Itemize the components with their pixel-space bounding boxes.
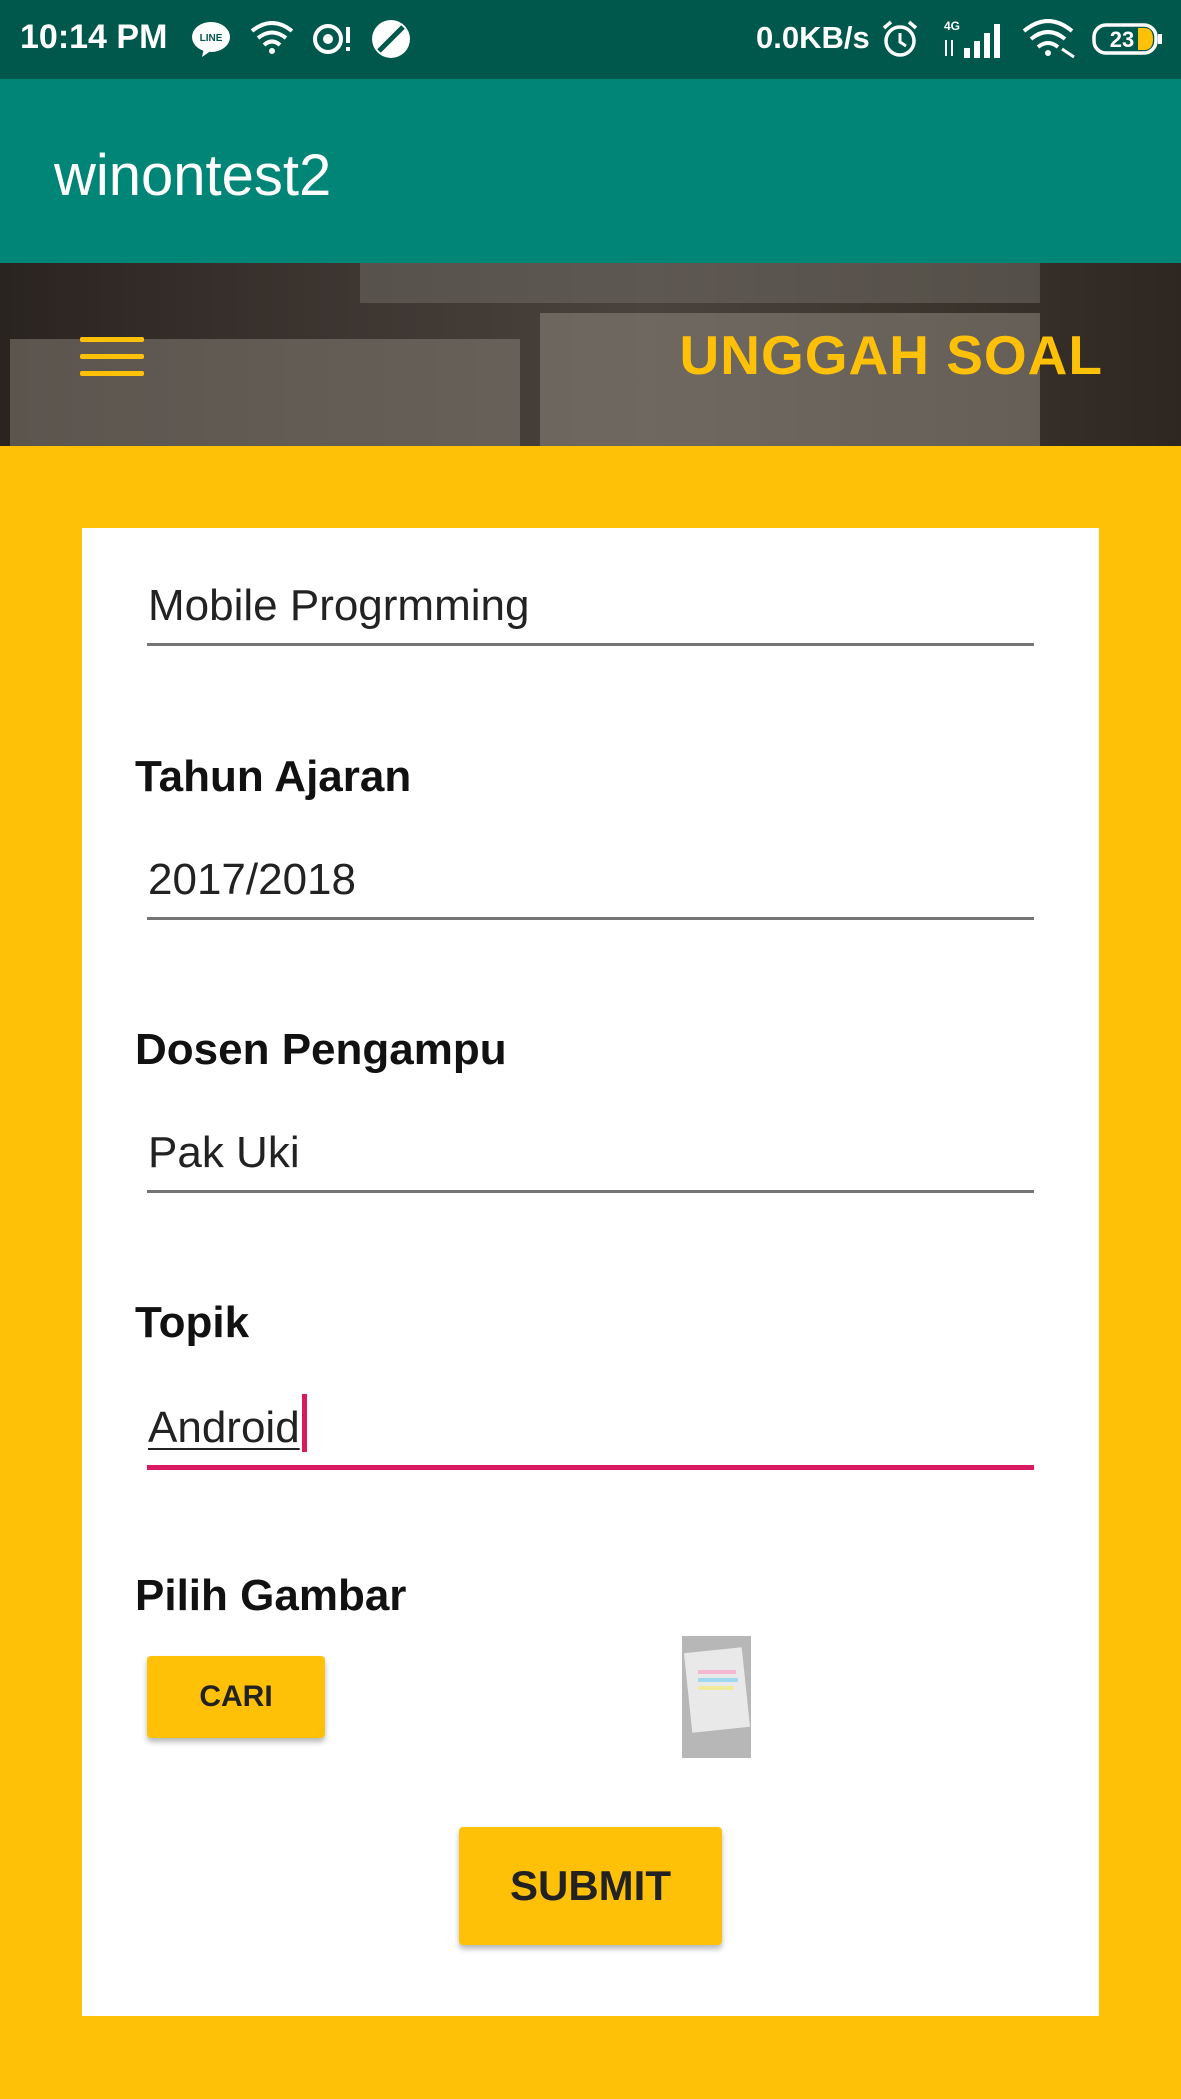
dosen-pengampu-label: Dosen Pengampu [135,1025,507,1074]
topik-field[interactable]: Android [147,1394,1034,1470]
cari-button[interactable]: CARI [147,1656,325,1738]
alarm-icon [880,18,920,60]
status-bar: 10:14 PM LINE 0.0KB/s 4G 23 [0,0,1181,79]
page-title: UNGGAH SOAL [679,324,1103,386]
topik-label: Topik [135,1298,250,1347]
line-icon: LINE [190,18,232,60]
tahun-ajaran-field[interactable]: 2017/2018 [147,850,1034,920]
thumbnail-highlight-yellow [698,1686,734,1690]
mata-kuliah-field[interactable]: Mobile Progrmming [147,576,1034,646]
thumbnail-paper [683,1647,751,1733]
battery-level: 23 [1110,27,1134,52]
tahun-ajaran-label: Tahun Ajaran [135,752,412,801]
topik-input-text: Android [148,1394,307,1453]
banner-background-image [360,263,1040,303]
thumbnail-highlight-blue [698,1678,738,1682]
pilih-gambar-label: Pilih Gambar [135,1571,407,1620]
thumbnail-highlight-pink [698,1670,736,1674]
mata-kuliah-value: Mobile Progrmming [148,581,530,630]
app-title: winontest2 [54,143,332,208]
battery-icon: 23 [1092,18,1164,60]
hotspot-icon [310,18,354,60]
blocked-icon [370,18,412,60]
signal-4g-label: 4G [944,19,960,33]
selected-image-thumbnail [682,1636,751,1758]
network-speed: 0.0KB/s [756,20,870,55]
topik-value: Android [148,1403,300,1452]
status-time: 10:14 PM [20,18,168,56]
app-bar: winontest2 [0,79,1181,263]
signal-icon: 4G [940,18,1006,60]
dosen-pengampu-field[interactable]: Pak Uki [147,1123,1034,1193]
wifi-icon [1022,18,1076,60]
submit-button[interactable]: SUBMIT [459,1827,722,1945]
header-banner: UNGGAH SOAL [0,263,1181,446]
tahun-ajaran-value: 2017/2018 [148,855,356,904]
text-cursor [301,1394,307,1452]
hamburger-menu-icon[interactable] [80,337,144,377]
svg-text:LINE: LINE [200,33,223,44]
wifi-call-icon [250,18,294,60]
dosen-pengampu-value: Pak Uki [148,1128,300,1177]
